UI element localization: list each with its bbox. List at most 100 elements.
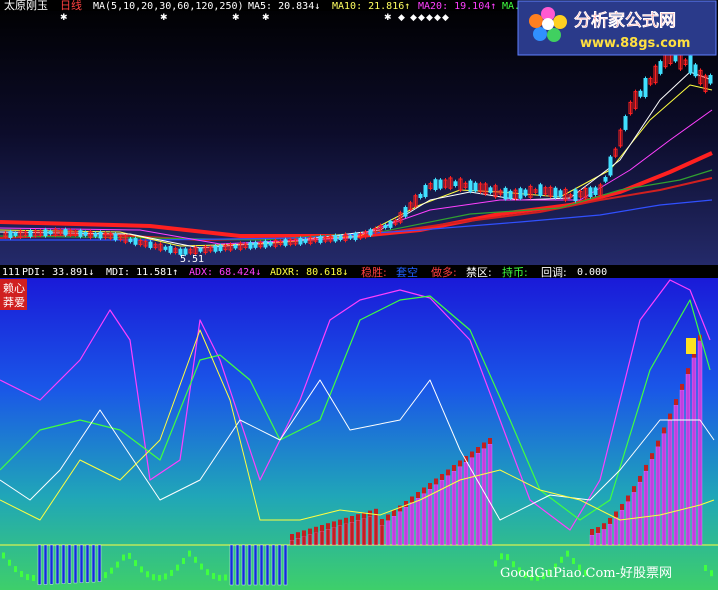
signal-marker: ✱: [160, 13, 168, 23]
indicator-bar-magenta: [385, 520, 391, 546]
indicator-bar-blue: [85, 544, 90, 583]
stock-title: 太原刚玉: [4, 0, 48, 12]
indicator-bar-green: [566, 550, 569, 557]
indicator-bar-green: [182, 557, 185, 564]
candle-body: [503, 187, 508, 200]
indicator-bar-green: [152, 574, 155, 581]
indicator-bar-magenta: [355, 520, 361, 546]
candle-body: [388, 220, 393, 228]
indicator-bar-green: [158, 574, 161, 581]
indicator-bar-magenta: [463, 461, 469, 546]
indicator-bar-magenta: [307, 534, 313, 546]
indicator-bar-cap: [434, 478, 438, 485]
indicator-bar-green: [140, 566, 143, 573]
indicator-bar-blue: [91, 544, 96, 583]
logo-url: www.88gs.com: [580, 36, 690, 51]
indicator-bar-cap: [626, 495, 630, 502]
indicator-bar-blue: [277, 544, 282, 586]
candle-body: [638, 90, 643, 97]
candle-body: [48, 230, 53, 235]
indicator-bar-magenta: [427, 488, 433, 546]
indicator-bar-cap: [314, 526, 318, 533]
indicator-bar-green: [14, 566, 17, 573]
indicator-bar-cap: [614, 511, 618, 518]
indicator-bar-cap: [290, 534, 294, 540]
indicator-bar-magenta: [625, 501, 631, 546]
indicator-bar-magenta: [415, 497, 421, 546]
candle-body: [593, 187, 598, 195]
indicator-bar-green: [104, 572, 107, 579]
candle-body: [468, 180, 473, 192]
indicator-bar-blue: [235, 544, 240, 586]
indicator-bar-magenta: [679, 389, 685, 546]
indicator-bar-magenta: [697, 340, 703, 546]
indicator-bar-magenta: [457, 466, 463, 546]
candle-body: [353, 233, 358, 240]
candle-body: [588, 187, 593, 198]
side-label-2: 莽爱: [3, 296, 25, 309]
indicator-bar-green: [8, 559, 11, 566]
indicator-bar-magenta: [301, 536, 307, 546]
indicator-bar-green: [128, 552, 131, 559]
indicator-bar-magenta: [475, 452, 481, 546]
indicator-bar-green: [176, 564, 179, 571]
candle-body: [303, 238, 308, 243]
candle-body: [163, 246, 168, 250]
indicator-bar-cap: [458, 460, 462, 467]
candle-body: [518, 188, 523, 199]
indicator-bar-green: [188, 550, 191, 557]
candle-body: [133, 238, 138, 245]
candle-body: [438, 179, 443, 189]
indicator-bar-magenta: [367, 516, 373, 546]
indicator-bar-green: [146, 571, 149, 578]
label-zuoduo: 做多:: [431, 265, 457, 279]
signal-marker: ✱: [232, 13, 240, 23]
candle-body: [623, 116, 628, 130]
indicator-bar-magenta: [319, 530, 325, 546]
candle-body: [673, 54, 678, 62]
adxr-value: ADXR: 80.618↓: [270, 267, 348, 278]
signal-marker: ◆: [410, 13, 417, 23]
label-huitiao: 回调:: [541, 266, 567, 279]
indicator-bar-cap: [488, 438, 492, 444]
indicator-bar-blue: [61, 544, 66, 584]
candle-body: [83, 232, 88, 236]
indicator-bar-cap: [476, 447, 480, 453]
indicator-bar-cap: [392, 510, 396, 516]
candle-body: [693, 64, 698, 77]
candle-body: [403, 206, 408, 217]
indicator-bar-magenta: [673, 404, 679, 546]
indicator-bar-green: [134, 560, 137, 567]
indicator-bar-cap: [356, 514, 360, 521]
indicator-bar-blue: [259, 544, 264, 586]
label-taokong: 套空: [396, 265, 418, 279]
candle-body: [433, 179, 438, 190]
candle-body: [608, 156, 613, 176]
candle-body: [43, 229, 48, 237]
indicator-bar-magenta: [361, 518, 367, 546]
candle-body: [198, 248, 203, 252]
indicator-bar-blue: [43, 544, 48, 585]
indicator-bar-magenta: [637, 481, 643, 546]
signal-marker: ✱: [384, 13, 392, 23]
indicator-bar-magenta: [649, 458, 655, 546]
low-price-marker: 5.51: [180, 254, 204, 265]
candle-body: [213, 245, 218, 252]
signal-marker: ◆: [418, 13, 425, 23]
indicator-bar-magenta: [661, 433, 667, 546]
indicator-bar-magenta: [403, 506, 409, 546]
signal-marker: ✱: [262, 13, 270, 23]
indicator-bar-cap: [668, 413, 672, 420]
indicator-bar-green: [212, 573, 215, 580]
indicator-bar-cap: [422, 487, 426, 494]
candle-body: [338, 235, 343, 241]
signal-marker: ✱: [60, 13, 68, 23]
candle-body: [113, 233, 118, 241]
indicator-bar-cap: [308, 528, 312, 535]
app: ✱ ✱ ✱ ✱ ✱ ◆ ◆ ◆ ◆ ◆ ◆ 太原刚玉 日线 MA(5,10,20,30,60,120…: [0, 0, 718, 590]
indicator-bar-green: [200, 563, 203, 570]
candle-body: [78, 230, 83, 237]
candle-body: [298, 237, 303, 245]
indicator-bar-green: [560, 556, 563, 563]
signal-marker: ◆: [442, 13, 449, 23]
